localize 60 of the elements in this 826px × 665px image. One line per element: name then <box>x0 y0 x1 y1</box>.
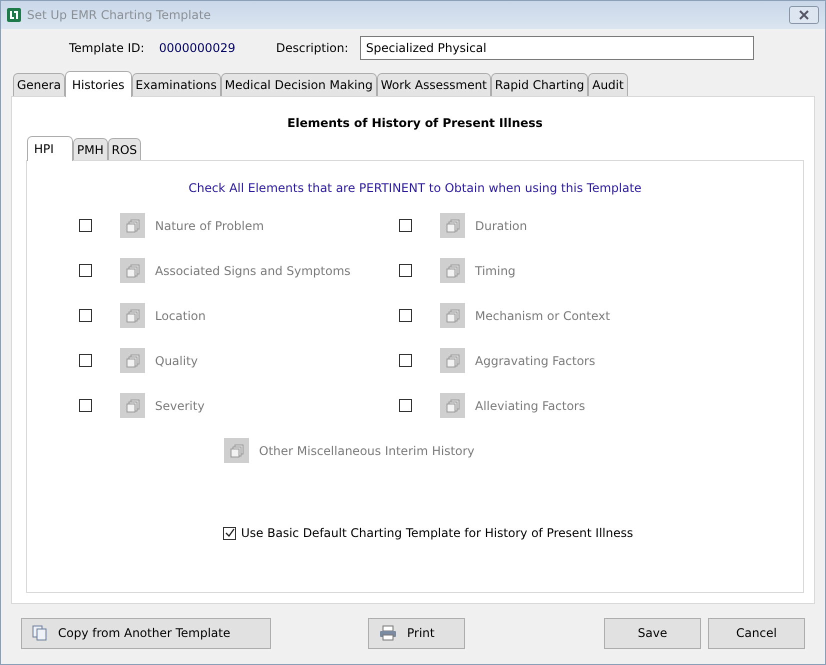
cancel-button[interactable]: Cancel <box>708 618 805 648</box>
documents-icon[interactable] <box>440 393 465 418</box>
checkbox[interactable] <box>79 219 92 232</box>
description-field[interactable]: Specialized Physical <box>360 36 754 60</box>
close-icon <box>798 10 810 20</box>
element-label: Nature of Problem <box>155 218 264 232</box>
checkbox[interactable] <box>399 219 412 232</box>
instruction-text: Check All Elements that are PERTINENT to Obtain when using this Template <box>187 180 643 197</box>
checkbox[interactable] <box>399 309 412 322</box>
element-label: Mechanism or Context <box>475 308 610 322</box>
copy-button[interactable]: Copy from Another Template <box>21 618 271 648</box>
element-label: Quality <box>155 354 198 368</box>
documents-icon[interactable] <box>440 258 465 283</box>
checkbox[interactable] <box>79 354 92 367</box>
app-logo-icon <box>7 8 21 22</box>
tab[interactable]: Histories <box>64 71 132 97</box>
copy-icon <box>32 625 48 641</box>
documents-icon[interactable] <box>440 348 465 373</box>
element-label: Severity <box>155 398 205 412</box>
tab[interactable]: Audit <box>588 73 628 96</box>
save-button[interactable]: Save <box>604 618 701 648</box>
template-id-label: Template ID: <box>69 41 146 55</box>
tab[interactable]: HPI <box>27 136 73 161</box>
checkbox-label: Use Basic Default Charting Template for History of Present Illness <box>241 526 634 540</box>
element-label: Aggravating Factors <box>475 354 596 368</box>
window-title: Set Up EMR Charting Template <box>27 8 212 22</box>
checkbox[interactable] <box>399 354 412 367</box>
checkbox[interactable] <box>399 264 412 277</box>
element-label: Alleviating Factors <box>475 398 586 412</box>
documents-icon[interactable] <box>224 438 249 463</box>
close-button[interactable] <box>789 6 819 24</box>
documents-icon[interactable] <box>120 258 145 283</box>
section-title: Elements of History of Present Illness <box>286 115 544 132</box>
documents-icon[interactable] <box>120 393 145 418</box>
element-label: Other Miscellaneous Interim History <box>259 444 475 458</box>
checkbox[interactable] <box>79 264 92 277</box>
documents-icon[interactable] <box>120 348 145 373</box>
print-button[interactable]: Print <box>368 618 465 648</box>
tab[interactable]: Examinations <box>132 73 221 96</box>
element-label: Duration <box>475 218 528 232</box>
checkbox[interactable] <box>79 309 92 322</box>
tab[interactable]: ROS <box>108 138 142 160</box>
element-label: Location <box>155 308 206 322</box>
printer-icon <box>379 625 397 641</box>
documents-icon[interactable] <box>440 303 465 328</box>
tab[interactable]: PMH <box>73 138 108 160</box>
description-label: Description: <box>276 41 350 55</box>
checkbox[interactable] <box>399 399 412 412</box>
template-id-value: 0000000029 <box>159 41 236 55</box>
tab[interactable]: Work Assessment <box>376 73 491 96</box>
element-label: Timing <box>475 264 516 278</box>
tab[interactable]: Medical Decision Making <box>220 73 377 96</box>
checkbox[interactable] <box>79 399 92 412</box>
tab[interactable]: Rapid Charting <box>490 73 588 96</box>
documents-icon[interactable] <box>120 213 145 238</box>
tab[interactable]: Genera <box>13 73 65 96</box>
element-label: Associated Signs and Symptoms <box>155 264 351 278</box>
documents-icon[interactable] <box>120 303 145 328</box>
checkbox[interactable] <box>223 526 236 540</box>
documents-icon[interactable] <box>440 213 465 238</box>
